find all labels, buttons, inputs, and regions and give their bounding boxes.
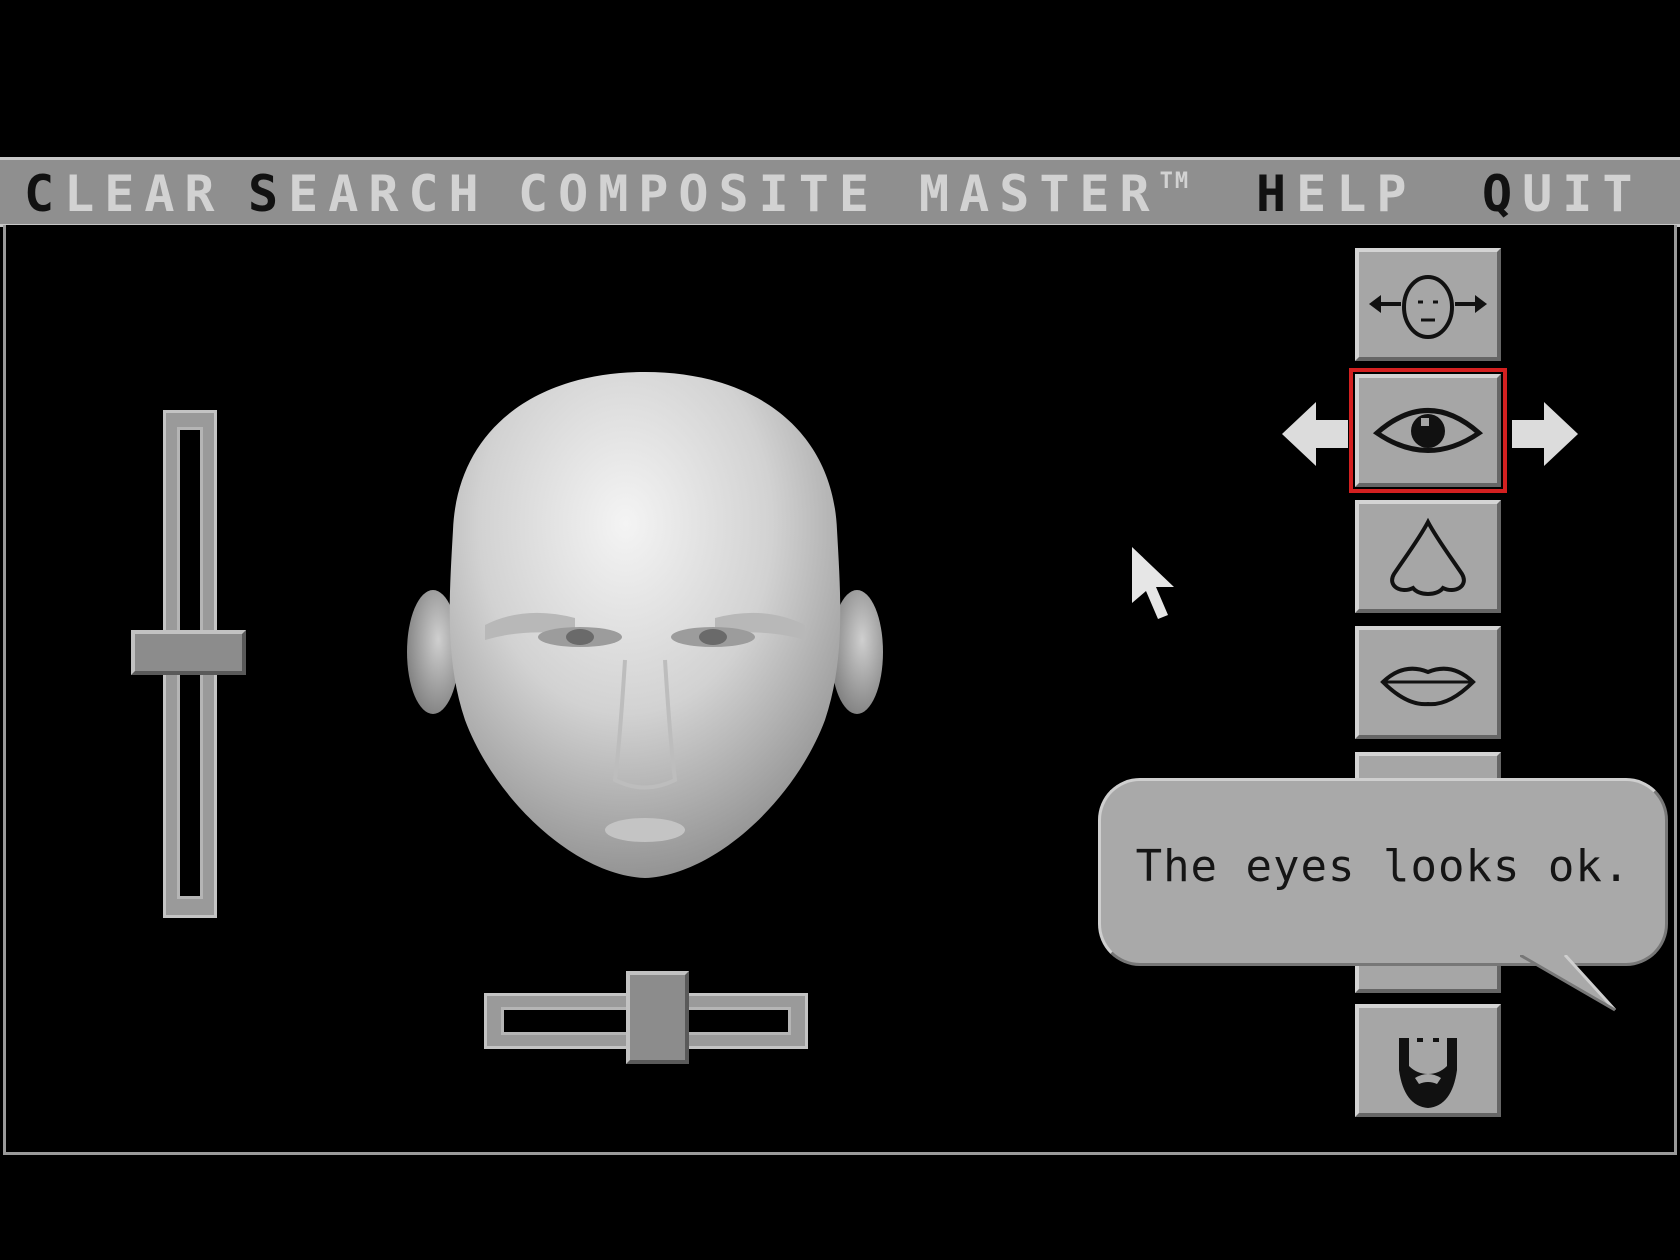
search-label: EARCH — [288, 165, 489, 223]
beard-icon — [1399, 1038, 1457, 1108]
search-menu-item[interactable]: SEARCH — [248, 164, 489, 224]
mouth-icon — [1380, 666, 1476, 707]
mouse-pointer-icon — [1132, 547, 1174, 619]
beard-button[interactable] — [1355, 1004, 1501, 1117]
nose-icon — [1390, 517, 1466, 596]
arrow-left-icon — [1282, 402, 1348, 466]
mouth-button[interactable] — [1355, 626, 1501, 739]
next-feature-arrow[interactable] — [1510, 398, 1580, 470]
search-hotkey: S — [248, 165, 289, 223]
vertical-slider-handle[interactable] — [131, 630, 246, 675]
quit-label: UIT — [1522, 165, 1643, 223]
trademark-symbol: TM — [1159, 169, 1191, 194]
speech-bubble-tail — [1520, 955, 1617, 1012]
clear-label: LEAR — [64, 165, 225, 223]
help-label: ELP — [1296, 165, 1417, 223]
app-title-text: COMPOSITE MASTER — [518, 165, 1160, 223]
menu-bar: CLEAR SEARCH COMPOSITE MASTERTM HELP QUI… — [0, 157, 1680, 227]
speech-bubble-text: The eyes looks ok. — [1135, 841, 1631, 892]
clear-menu-item[interactable]: CLEAR — [24, 164, 225, 224]
app-title: COMPOSITE MASTERTM — [518, 164, 1190, 224]
horizontal-slider-handle[interactable] — [626, 971, 689, 1064]
clear-hotkey: C — [24, 165, 65, 223]
eye-icon — [1372, 408, 1484, 453]
composite-face — [407, 372, 883, 878]
quit-hotkey: Q — [1482, 165, 1523, 223]
arrow-right-icon — [1512, 402, 1578, 466]
eyes-button[interactable] — [1349, 368, 1507, 493]
head-shape-button[interactable] — [1355, 248, 1501, 361]
speech-bubble: The eyes looks ok. — [1098, 778, 1668, 966]
nose-button[interactable] — [1355, 500, 1501, 613]
quit-menu-item[interactable]: QUIT — [1482, 164, 1642, 224]
help-hotkey: H — [1256, 165, 1297, 223]
help-menu-item[interactable]: HELP — [1256, 164, 1416, 224]
previous-feature-arrow[interactable] — [1280, 398, 1350, 470]
head-width-icon — [1369, 275, 1487, 339]
